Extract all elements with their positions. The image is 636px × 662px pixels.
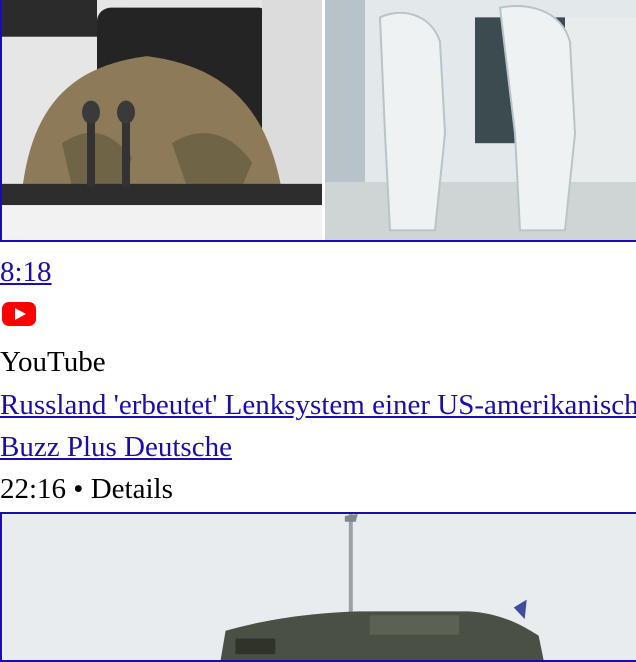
channel-link[interactable]: Buzz Plus Deutsche xyxy=(0,431,232,463)
thumbnail-image-right xyxy=(325,0,636,240)
youtube-icon xyxy=(2,302,36,326)
video-thumbnail-top[interactable] xyxy=(0,0,636,242)
thumbnail-image-left xyxy=(2,0,322,240)
source-name: YouTube xyxy=(0,346,106,378)
play-triangle-icon xyxy=(15,308,26,320)
video-title-link[interactable]: Russland 'erbeutet' Lenksystem einer US-… xyxy=(0,389,636,421)
video-meta: 22:16 • Details xyxy=(0,473,173,505)
video-thumbnail-bottom[interactable] xyxy=(0,512,636,662)
thumbnail-image-bottom xyxy=(2,514,636,660)
video-duration[interactable]: 8:18 xyxy=(0,256,52,288)
